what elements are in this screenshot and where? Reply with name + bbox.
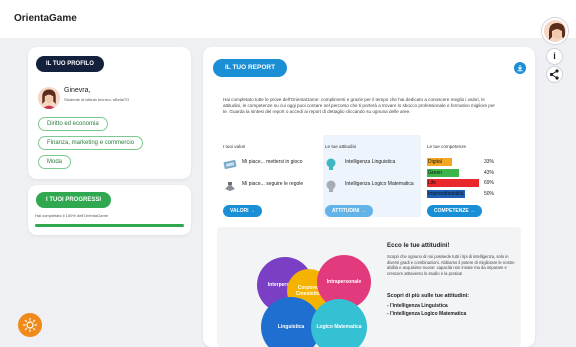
progress-text: Hai completato il 100% dell'OrientaGame — [35, 213, 109, 218]
progress-bar — [35, 224, 184, 227]
skill-bar-0: Digital — [427, 158, 452, 166]
circle-logico[interactable]: Logico Matematica — [311, 299, 367, 347]
circle-label-linguistica: Linguistica — [277, 324, 305, 330]
attitudes-button[interactable]: ATTITUDINI → — [325, 205, 373, 217]
head-icon-linguistica — [326, 158, 336, 170]
skill-pct-0: 33% — [484, 159, 495, 165]
progress-bar-fill — [35, 224, 184, 227]
tag-moda[interactable]: Moda — [38, 155, 72, 169]
orientagame-fab[interactable] — [18, 313, 42, 337]
share-icon — [549, 69, 559, 80]
profile-avatar-icon — [38, 87, 60, 109]
user-subtitle: Studente di istituto tecnico, sBellaTO — [64, 97, 130, 102]
report-header: IL TUO REPORT — [213, 59, 288, 77]
download-icon[interactable] — [514, 62, 526, 74]
circle-label-intrapersonale: Intrapersonale — [326, 279, 362, 285]
panel-title: Ecco le tue attitudini! — [387, 242, 450, 249]
tag-diritto[interactable]: Diritto ed economia — [38, 117, 108, 131]
progress-header: I TUOI PROGRESSI — [36, 192, 112, 208]
skill-pct-1: 43% — [484, 169, 495, 176]
values-button[interactable]: VALORI → — [223, 205, 262, 217]
values-item-2: Mi piace... seguire le regole — [242, 181, 304, 187]
skill-bar-2: Life — [427, 179, 479, 187]
skill-pct-3: 50% — [484, 190, 495, 197]
attitudes-title: Le tue attitudini — [325, 144, 357, 149]
skill-pct-2: 69% — [484, 180, 495, 186]
attitudes-item-2: Intelligenza Logico Matematica — [345, 181, 414, 187]
user-avatar-button[interactable] — [542, 18, 568, 44]
skill-bar-3: Imprenditorialità — [427, 189, 465, 198]
panel-subtitle: Scopri di più sulle tue attitudini: — [387, 293, 470, 299]
app-title: OrientaGame — [14, 13, 77, 24]
top-bar: OrientaGame — [0, 0, 576, 38]
progress-card: I TUOI PROGRESSI Hai completato il 100% … — [28, 185, 191, 235]
panel-text: Scopri che ognuno di noi possiede tutti … — [387, 254, 515, 276]
info-icon: i — [553, 51, 556, 61]
report-intro: Hai completato tutte le prove dell'Orien… — [223, 97, 495, 115]
sun-icon — [23, 318, 37, 332]
attitudes-panel: Interpersonale Corporeo Cinestetica Intr… — [217, 227, 521, 347]
skill-bar-1: Green — [427, 168, 459, 177]
panel-link-logico[interactable]: - l'intelligenza Logico Matematica — [387, 311, 466, 317]
tag-finanza[interactable]: Finanza, marketing e commercio — [38, 136, 144, 150]
report-card: IL TUO REPORT Hai completato tutte le pr… — [203, 47, 535, 347]
profile-header: IL TUO PROFILO — [36, 56, 104, 72]
user-avatar-icon — [544, 20, 566, 42]
skills-title: Le tue competenze — [427, 144, 467, 149]
values-item-1: Mi piace... mettersi in gioco — [242, 159, 303, 165]
profile-card: IL TUO PROFILO Ginevra, Studente di isti… — [28, 47, 191, 179]
attitudes-item-1: Intelligenza Linguistica — [345, 159, 396, 165]
skills-button[interactable]: COMPETENZE → — [427, 205, 483, 217]
profile-avatar — [38, 87, 60, 109]
ticket-icon — [223, 160, 237, 169]
user-name: Ginevra, — [64, 87, 91, 94]
values-title: I tuoi valori — [223, 144, 246, 149]
info-button[interactable]: i — [546, 48, 563, 65]
rules-icon — [225, 182, 235, 191]
share-button[interactable] — [546, 66, 563, 83]
panel-link-linguistica[interactable]: - l'intelligenza Linguistica — [387, 303, 448, 309]
head-icon-logico — [326, 180, 336, 192]
circle-label-logico: Logico Matematica — [316, 324, 362, 330]
